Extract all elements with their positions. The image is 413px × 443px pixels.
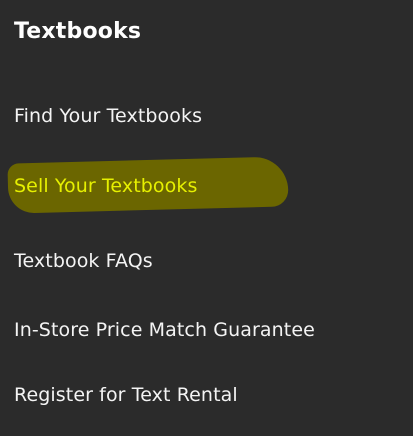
register-text-rental-link[interactable]: Register for Text Rental <box>14 381 238 409</box>
textbooks-menu-panel: Textbooks Find Your Textbooks Sell Your … <box>0 0 413 443</box>
textbook-faqs-link[interactable]: Textbook FAQs <box>14 247 153 275</box>
price-match-guarantee-link[interactable]: In-Store Price Match Guarantee <box>14 316 315 344</box>
menu-heading: Textbooks <box>14 19 142 44</box>
find-your-textbooks-link[interactable]: Find Your Textbooks <box>14 102 202 130</box>
sell-your-textbooks-link[interactable]: Sell Your Textbooks <box>14 172 198 200</box>
